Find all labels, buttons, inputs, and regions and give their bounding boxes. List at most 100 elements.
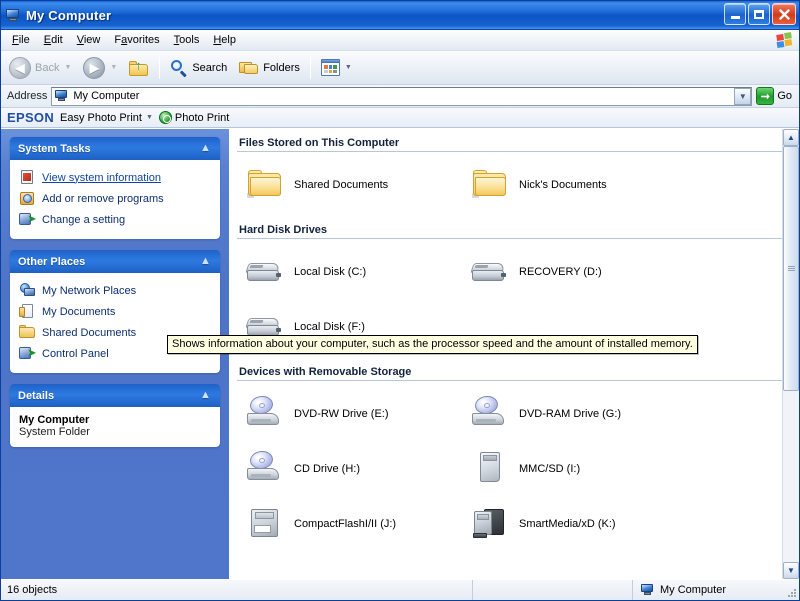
drive-item-cd-h[interactable]: CD Drive (H:) — [239, 446, 464, 492]
memory-card-icon — [470, 449, 510, 489]
sidebar-item-label: Change a setting — [42, 214, 125, 226]
drive-item-compactflash-j[interactable]: CompactFlashI/II (J:) — [239, 501, 464, 547]
photo-print-button[interactable]: Photo Print — [159, 111, 229, 124]
section-items-hard-disk-drives: Local Disk (C:) RECOVERY (D:) Local Disk… — [229, 239, 799, 350]
sidebar-item-add-or-remove-programs[interactable]: Add or remove programs — [19, 188, 211, 209]
drive-item-dvd-rw-e[interactable]: DVD-RW Drive (E:) — [239, 391, 464, 437]
window-title: My Computer — [26, 8, 111, 23]
drive-item-recovery-d[interactable]: RECOVERY (D:) — [464, 249, 689, 295]
section-heading-files-stored: Files Stored on This Computer — [237, 135, 787, 152]
sidebar-item-label: View system information — [42, 172, 161, 184]
folder-icon — [245, 165, 285, 205]
sidebar-item-label: Add or remove programs — [42, 193, 164, 205]
drive-item-label: SmartMedia/xD (K:) — [519, 518, 616, 530]
hard-disk-icon — [245, 252, 285, 292]
scrollbar-thumb[interactable] — [783, 146, 799, 391]
photo-print-label: Photo Print — [175, 112, 229, 124]
vertical-scrollbar[interactable]: ▲ ▼ — [782, 129, 799, 579]
menu-view-rest: iew — [84, 34, 101, 46]
panel-system-tasks-header[interactable]: System Tasks ▲ — [10, 137, 220, 160]
views-button[interactable]: ▼ — [315, 53, 358, 83]
section-heading-removable-storage: Devices with Removable Storage — [237, 364, 787, 381]
minimize-icon — [731, 16, 740, 19]
epson-toolbar: EPSON Easy Photo Print ▼ Photo Print — [1, 108, 799, 128]
minimize-button[interactable] — [724, 3, 746, 25]
back-arrow-icon: ◀ — [9, 57, 31, 79]
explorer-window: My Computer File Edit View Favorites Too… — [0, 0, 800, 601]
sidebar-item-label: My Documents — [42, 306, 115, 318]
status-location-pane: My Computer — [633, 580, 785, 600]
back-button-label: Back — [35, 62, 59, 74]
close-button[interactable] — [772, 3, 796, 25]
section-items-files-stored: Shared Documents Nick's Documents — [229, 152, 799, 208]
drive-item-label: CompactFlashI/II (J:) — [294, 518, 396, 530]
views-dropdown-icon[interactable]: ▼ — [345, 64, 352, 71]
drive-item-label: DVD-RW Drive (E:) — [294, 408, 389, 420]
menu-edit[interactable]: Edit — [37, 32, 70, 48]
my-computer-icon — [55, 89, 69, 103]
epson-photo-print-icon — [159, 111, 172, 124]
chevron-up-icon[interactable]: ▲ — [198, 141, 213, 156]
scroll-up-button[interactable]: ▲ — [783, 129, 799, 146]
chevron-up-icon[interactable]: ▲ — [198, 254, 213, 269]
drive-item-label: DVD-RAM Drive (G:) — [519, 408, 621, 420]
panel-other-places-body: My Network Places My Documents Shar — [10, 273, 220, 373]
menu-view[interactable]: View — [70, 32, 108, 48]
section-heading-hard-disk-drives: Hard Disk Drives — [237, 222, 787, 239]
scrollbar-track[interactable] — [783, 146, 799, 562]
menu-favorites[interactable]: Favorites — [107, 32, 166, 48]
chevron-up-icon[interactable]: ▲ — [198, 388, 213, 403]
drive-item-label: CD Drive (H:) — [294, 463, 360, 475]
scroll-down-button[interactable]: ▼ — [783, 562, 799, 579]
forward-button[interactable]: ▶ ▼ — [77, 53, 123, 83]
address-input[interactable]: My Computer ▼ — [51, 87, 752, 106]
control-panel-icon: ➤ — [19, 345, 36, 362]
chevron-down-icon[interactable]: ▼ — [146, 114, 153, 121]
panel-other-places-header[interactable]: Other Places ▲ — [10, 250, 220, 273]
drive-item-dvd-ram-g[interactable]: DVD-RAM Drive (G:) — [464, 391, 689, 437]
folders-button[interactable]: Folders — [233, 53, 306, 83]
views-icon — [321, 59, 340, 76]
easy-photo-print-label: Easy Photo Print — [60, 112, 142, 124]
maximize-button[interactable] — [748, 3, 770, 25]
drive-item-smartmedia-xd-k[interactable]: SmartMedia/xD (K:) — [464, 501, 689, 547]
drive-item-label: RECOVERY (D:) — [519, 266, 602, 278]
menu-tools[interactable]: Tools — [167, 32, 207, 48]
drive-item-local-disk-c[interactable]: Local Disk (C:) — [239, 249, 464, 295]
menu-help[interactable]: Help — [206, 32, 243, 48]
toolbar-separator-2 — [310, 57, 311, 79]
sidebar-item-view-system-information[interactable]: View system information — [19, 167, 211, 188]
resize-grip[interactable] — [785, 580, 799, 600]
menu-file[interactable]: File — [5, 32, 37, 48]
network-places-icon — [19, 282, 36, 299]
address-label: Address — [4, 90, 47, 102]
sidebar-item-my-documents[interactable]: My Documents — [19, 301, 211, 322]
status-object-count: 16 objects — [1, 580, 473, 600]
drive-item-mmc-sd-i[interactable]: MMC/SD (I:) — [464, 446, 689, 492]
menu-tools-rest: ools — [179, 34, 199, 46]
folder-icon — [470, 165, 510, 205]
address-dropdown-button[interactable]: ▼ — [734, 88, 751, 105]
my-computer-icon — [641, 583, 655, 597]
back-dropdown-icon[interactable]: ▼ — [64, 64, 71, 71]
file-item-shared-documents[interactable]: Shared Documents — [239, 162, 464, 208]
forward-dropdown-icon[interactable]: ▼ — [110, 64, 117, 71]
sidebar-item-change-a-setting[interactable]: ➤ Change a setting — [19, 209, 211, 230]
my-computer-icon — [5, 7, 21, 23]
easy-photo-print-button[interactable]: Easy Photo Print ▼ — [60, 112, 153, 124]
menu-file-rest: ile — [19, 34, 30, 46]
search-button[interactable]: Search — [164, 53, 233, 83]
go-button-label: Go — [777, 90, 792, 102]
up-button[interactable]: ↑ — [123, 53, 155, 83]
sidebar-item-my-network-places[interactable]: My Network Places — [19, 280, 211, 301]
chevron-down-icon: ▼ — [739, 92, 747, 101]
file-item-nicks-documents[interactable]: Nick's Documents — [464, 162, 689, 208]
hard-disk-icon — [470, 252, 510, 292]
panel-details-header[interactable]: Details ▲ — [10, 384, 220, 407]
panel-details-title: Details — [18, 390, 54, 402]
smartmedia-icon — [470, 504, 510, 544]
go-button[interactable]: ➞ Go — [756, 87, 796, 105]
address-value: My Computer — [73, 90, 139, 102]
back-button[interactable]: ◀ Back ▼ — [3, 53, 77, 83]
folders-icon — [239, 59, 259, 76]
